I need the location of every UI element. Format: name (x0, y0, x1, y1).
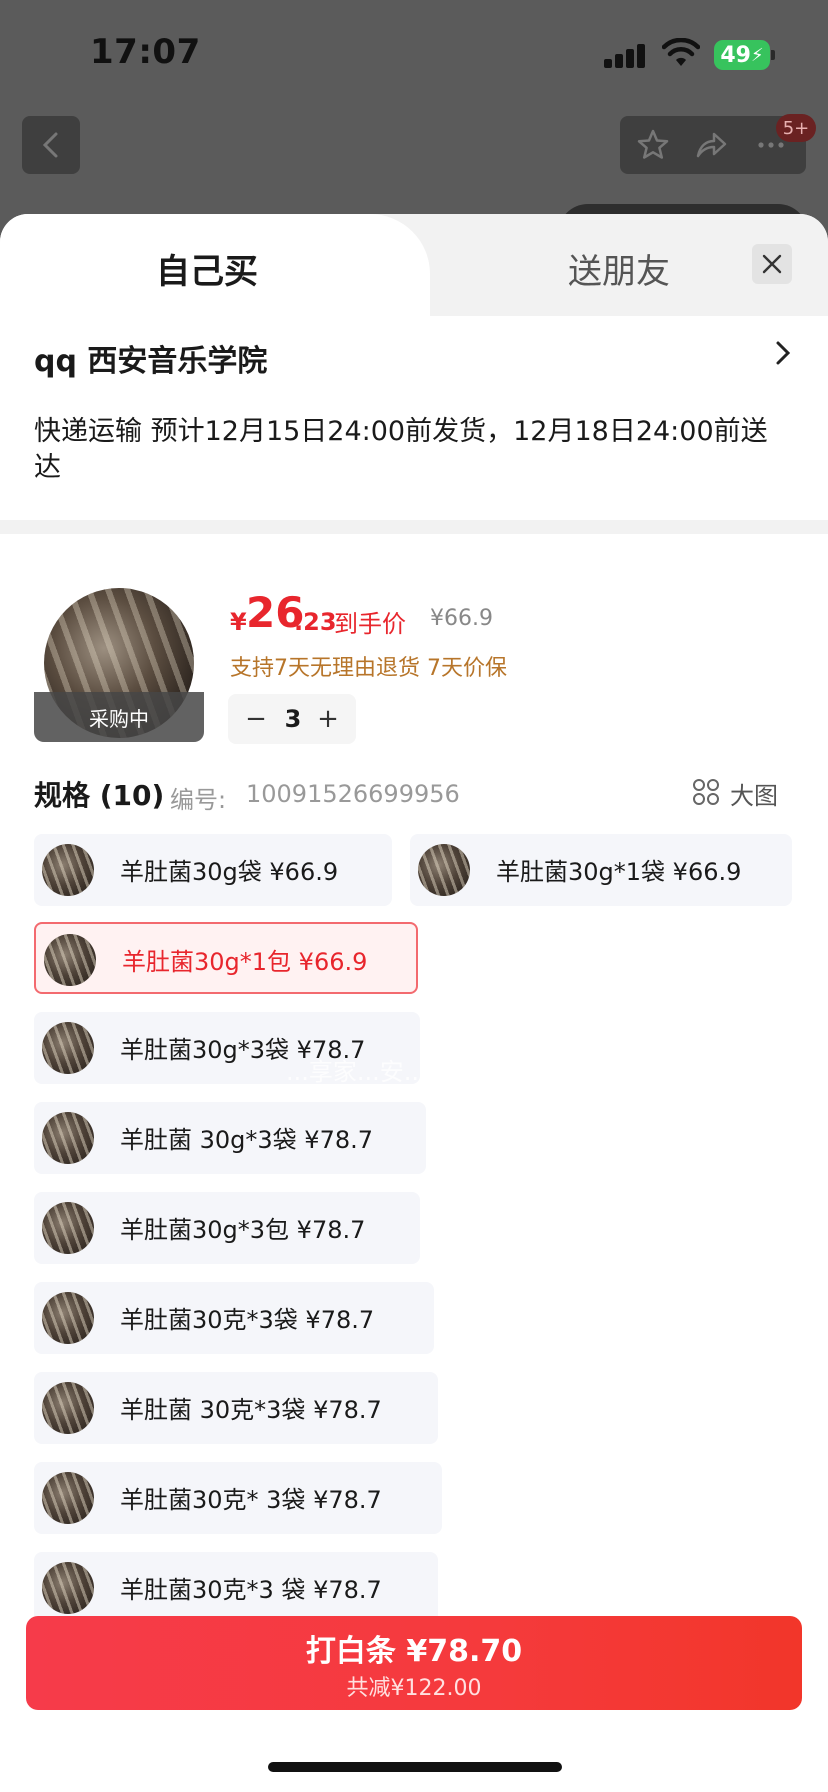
spec-option[interactable]: 羊肚菌 30g*3袋 ¥78.7 (34, 1102, 426, 1174)
spec-title: 规格 (10) (34, 779, 165, 812)
pay-discount-label: 共减¥122.00 (346, 1676, 482, 1701)
quantity-value[interactable]: 3 (276, 704, 310, 734)
spec-code: 10091526699956 (246, 780, 460, 808)
spec-option[interactable]: 羊肚菌30克*3 袋 ¥78.7 (34, 1552, 438, 1624)
spec-code-label: 编号: (170, 786, 227, 814)
spec-option-label: 羊肚菌30g*1包 ¥66.9 (122, 948, 368, 976)
spec-option-label: 羊肚菌30g袋 ¥66.9 (120, 858, 339, 886)
status-bar: 17:07 49 ⚡ (0, 0, 828, 100)
address-name: qq 西安音乐学院 (34, 344, 268, 379)
wifi-icon (662, 38, 700, 66)
spec-option-label: 羊肚菌30克*3 袋 ¥78.7 (120, 1576, 382, 1604)
close-icon (762, 254, 782, 274)
spec-thumbnail (42, 1382, 94, 1434)
big-view-button[interactable]: 大图 (692, 774, 796, 810)
spec-option-label: 羊肚菌30g*1袋 ¥66.9 (496, 858, 742, 886)
increase-button[interactable]: + (314, 704, 342, 734)
signal-icon (604, 42, 646, 68)
spec-option-label: 羊肚菌30克* 3袋 ¥78.7 (120, 1486, 382, 1514)
spec-thumbnail (42, 1292, 94, 1344)
battery-level: 49 (720, 42, 751, 68)
spec-option[interactable]: 羊肚菌30g袋 ¥66.9 (34, 834, 392, 906)
spec-thumbnail (42, 1472, 94, 1524)
back-button[interactable] (22, 116, 80, 174)
buying-tag: 采购中 (34, 692, 204, 742)
tab-self-label: 自己买 (156, 252, 258, 292)
section-divider (0, 520, 828, 534)
quantity-stepper: − 3 + (228, 694, 356, 744)
spec-option-label: 羊肚菌30克*3袋 ¥78.7 (120, 1306, 375, 1334)
share-icon[interactable] (694, 128, 728, 162)
spec-option-label: 羊肚菌 30g*3袋 ¥78.7 (120, 1126, 374, 1154)
grid-icon (693, 779, 719, 805)
battery-cap (771, 50, 775, 60)
spec-option-label: 羊肚菌 30克*3袋 ¥78.7 (120, 1396, 382, 1424)
tab-friend[interactable]: 送朋友 (568, 244, 670, 293)
spec-thumbnail (42, 1202, 94, 1254)
price-decimal: .23 (294, 608, 337, 636)
notification-badge: 5+ (776, 114, 816, 142)
spec-option-label: 羊肚菌30g*3包 ¥78.7 (120, 1216, 366, 1244)
watermark: ...享家...安... (286, 1058, 427, 1086)
pay-button[interactable]: 打白条 ¥78.70 共减¥122.00 (26, 1616, 802, 1710)
home-indicator (268, 1762, 562, 1772)
star-icon[interactable] (636, 128, 670, 162)
tab-self[interactable]: 自己买 (0, 214, 430, 316)
spec-option[interactable]: 羊肚菌30克*3袋 ¥78.7 (34, 1282, 434, 1354)
spec-thumbnail (42, 844, 94, 896)
tab-bar: 自己买 送朋友 (0, 214, 828, 316)
spec-thumbnail (42, 1562, 94, 1614)
battery-icon: 49 ⚡ (714, 40, 770, 70)
price-currency: ¥ (230, 608, 247, 636)
close-button[interactable] (752, 244, 792, 284)
spec-option[interactable]: 羊肚菌30g*3包 ¥78.7 (34, 1192, 420, 1264)
status-time: 17:07 (90, 32, 201, 72)
spec-thumbnail (418, 844, 470, 896)
spec-thumbnail (44, 934, 96, 986)
chevron-right-icon (776, 341, 791, 365)
original-price: ¥66.9 (430, 606, 493, 631)
spec-thumbnail (42, 1112, 94, 1164)
spec-option[interactable]: 羊肚菌30g*1袋 ¥66.9 (410, 834, 792, 906)
spec-option-selected[interactable]: 羊肚菌30g*1包 ¥66.9 (34, 922, 418, 994)
purchase-sheet: 自己买 送朋友 qq 西安音乐学院 快递运输 预计12月15日24:00前发货，… (0, 214, 828, 1792)
price-label: 到手价 (334, 610, 406, 638)
decrease-button[interactable]: − (242, 704, 270, 734)
address-row[interactable]: qq 西安音乐学院 (0, 316, 828, 400)
pay-button-label: 打白条 ¥78.70 (305, 1634, 523, 1669)
spec-option[interactable]: 羊肚菌30克* 3袋 ¥78.7 (34, 1462, 442, 1534)
chevron-left-icon (42, 132, 58, 158)
spec-thumbnail (42, 1022, 94, 1074)
delivery-info: 快递运输 预计12月15日24:00前发货，12月18日24:00前送达 (34, 416, 768, 483)
guarantee-text: 支持7天无理由退货 7天价保 (230, 656, 507, 681)
spec-option[interactable]: 羊肚菌 30克*3袋 ¥78.7 (34, 1372, 438, 1444)
big-view-label: 大图 (730, 782, 778, 810)
